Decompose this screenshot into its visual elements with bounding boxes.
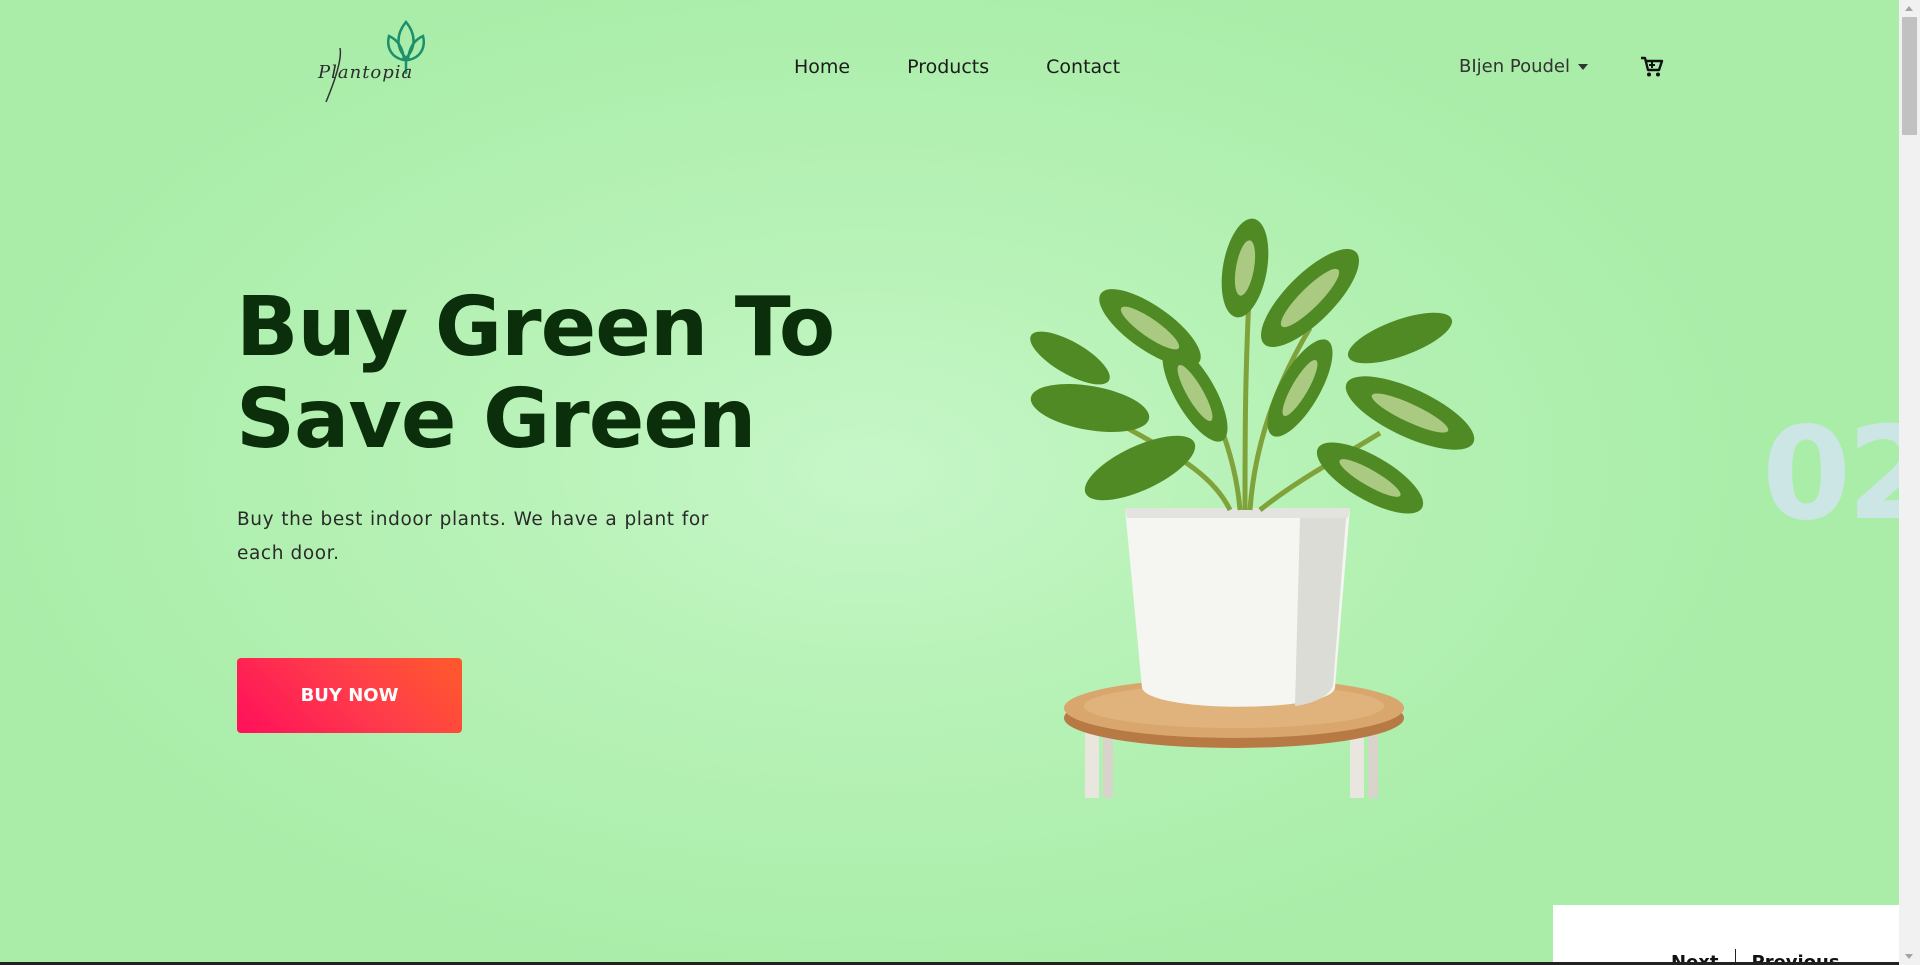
nav-contact-link[interactable]: Contact [1046, 56, 1120, 78]
slide-number: 02 [1762, 400, 1899, 549]
main-nav: Home Products Contact [794, 56, 1120, 78]
cart-icon[interactable] [1640, 56, 1664, 78]
nav-products-link[interactable]: Products [907, 56, 989, 78]
page: Plantopia Home Products Contact BIjen Po… [0, 0, 1899, 965]
user-name: BIjen Poudel [1459, 56, 1570, 77]
user-menu-dropdown[interactable]: BIjen Poudel [1459, 56, 1588, 77]
scroll-down-arrow-icon[interactable] [1905, 954, 1913, 959]
hero-title-line-1: Buy Green To [236, 280, 835, 375]
vertical-scrollbar[interactable] [1899, 0, 1920, 965]
slider-controls: Next Previous [1553, 905, 1899, 965]
potted-plant-image [1030, 218, 1475, 798]
scroll-up-arrow-icon[interactable] [1905, 6, 1913, 11]
caret-down-icon [1578, 63, 1588, 70]
buy-now-button[interactable]: BUY NOW [237, 658, 462, 733]
hero-subtitle: Buy the best indoor plants. We have a pl… [237, 509, 709, 564]
nav-home-link[interactable]: Home [794, 56, 850, 78]
scrollbar-thumb[interactable] [1902, 17, 1917, 135]
logo-text: Plantopia [318, 62, 414, 83]
hero-title-line-2: Save Green [236, 372, 756, 467]
hero-title: Buy Green To Save Green [236, 280, 835, 467]
